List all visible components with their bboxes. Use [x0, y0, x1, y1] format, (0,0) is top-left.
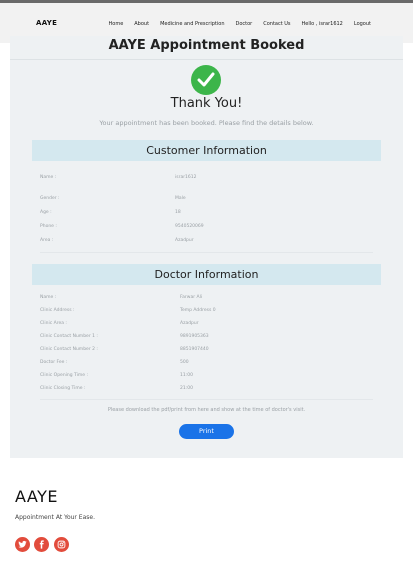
nav-about[interactable]: About: [134, 21, 149, 27]
customer-row: Age : 18: [40, 210, 370, 219]
customer-value: Male: [175, 196, 186, 201]
twitter-icon[interactable]: [15, 537, 30, 552]
doctor-row: Clinic Opening Time : 11:00: [40, 373, 370, 382]
checkmark-icon: [197, 72, 215, 87]
facebook-glyph: [39, 540, 44, 549]
nav-logout[interactable]: Logout: [354, 21, 371, 27]
doctor-label: Clinic Contact Number 1 :: [40, 334, 98, 339]
customer-value: 9540520069: [175, 224, 204, 229]
doctor-row: Clinic Address : Temp Address 0: [40, 308, 370, 317]
doctor-label: Clinic Opening Time :: [40, 373, 89, 378]
footer: AAYE Appointment At Your Ease.: [0, 461, 413, 573]
doctor-row: Name : Farwar Ali: [40, 295, 370, 304]
doctor-row: Clinic Area : Azadpur: [40, 321, 370, 330]
nav-doctor[interactable]: Doctor: [235, 21, 252, 27]
nav-home[interactable]: Home: [109, 21, 124, 27]
title-divider: [10, 59, 403, 60]
page-title: AAYE Appointment Booked: [108, 38, 305, 53]
doctor-label: Clinic Address :: [40, 308, 75, 313]
check-circle-icon: [191, 65, 221, 95]
customer-row: Name : israr1612: [40, 175, 370, 184]
instagram-glyph: [57, 540, 66, 549]
footer-brand: AAYE: [15, 487, 58, 506]
doctor-value: 500: [180, 360, 189, 365]
doctor-row: Clinic Closing Time : 21:00: [40, 386, 370, 395]
doctor-row: Doctor Fee : 500: [40, 360, 370, 369]
customer-row: Phone : 9540520069: [40, 224, 370, 233]
confirmation-message: Your appointment has been booked. Please…: [99, 119, 314, 127]
twitter-glyph: [18, 540, 27, 548]
doctor-row: Clinic Contact Number 1 : 9891905363: [40, 334, 370, 343]
doctor-row: Clinic Contact Number 2 : 8851907440: [40, 347, 370, 356]
customer-value: 18: [175, 210, 181, 215]
doctor-value: 11:00: [180, 373, 193, 378]
customer-label: Age :: [40, 210, 52, 215]
footer-tagline: Appointment At Your Ease.: [15, 514, 95, 521]
section-divider: [40, 399, 373, 400]
doctor-value: 21:00: [180, 386, 193, 391]
doctor-value: Farwar Ali: [180, 295, 203, 300]
doctor-label: Clinic Area :: [40, 321, 67, 326]
print-button[interactable]: Print: [179, 424, 234, 439]
doctor-value: 8851907440: [180, 347, 209, 352]
doctor-label: Clinic Closing Time :: [40, 386, 86, 391]
customer-row: Gender : Male: [40, 196, 370, 205]
nav-user-greeting[interactable]: Hello , israr1612: [302, 21, 343, 27]
instagram-icon[interactable]: [54, 537, 69, 552]
customer-info-heading: Customer Information: [32, 140, 381, 161]
doctor-label: Doctor Fee :: [40, 360, 68, 365]
doctor-label: Name :: [40, 295, 57, 300]
doctor-value: Temp Address 0: [180, 308, 216, 313]
doctor-label: Clinic Contact Number 2 :: [40, 347, 98, 352]
section-divider: [40, 252, 373, 253]
customer-value: israr1612: [175, 175, 197, 180]
doctor-value: 9891905363: [180, 334, 209, 339]
nav-contact[interactable]: Contact Us: [263, 21, 290, 27]
print-instructions: Please download the pdf/print from here …: [107, 407, 306, 413]
doctor-info-heading: Doctor Information: [32, 264, 381, 285]
doctor-value: Azadpur: [180, 321, 199, 326]
confirmation-panel: AAYE Appointment Booked Thank You! Your …: [10, 36, 403, 458]
facebook-icon[interactable]: [34, 537, 49, 552]
customer-row: Area : Azadpur: [40, 238, 370, 247]
customer-label: Phone :: [40, 224, 57, 229]
nav-menu: Home About Medicine and Prescription Doc…: [109, 21, 372, 27]
brand-logo[interactable]: AAYE: [36, 19, 57, 27]
customer-label: Name :: [40, 175, 57, 180]
thank-you-heading: Thank You!: [170, 96, 243, 111]
customer-label: Gender :: [40, 196, 60, 201]
customer-value: Azadpur: [175, 238, 194, 243]
customer-label: Area :: [40, 238, 54, 243]
nav-medicine[interactable]: Medicine and Prescription: [160, 21, 224, 27]
